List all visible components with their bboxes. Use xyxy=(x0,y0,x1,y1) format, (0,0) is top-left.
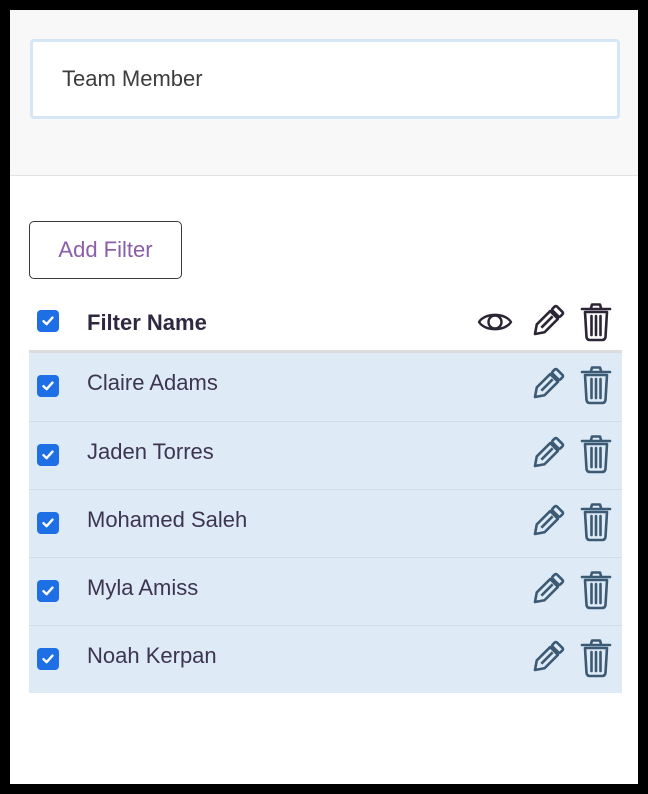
table-row[interactable]: Noah Kerpan xyxy=(29,625,622,693)
checkmark-icon xyxy=(42,586,54,596)
trash-icon[interactable] xyxy=(579,570,613,610)
trash-icon[interactable] xyxy=(579,365,613,405)
table-row[interactable]: Myla Amiss xyxy=(29,557,622,625)
table-header-row: Filter Name xyxy=(29,300,622,353)
row-checkbox[interactable] xyxy=(37,512,59,534)
table-row[interactable]: Claire Adams xyxy=(29,353,622,421)
checkmark-icon xyxy=(42,654,54,664)
pencil-icon[interactable] xyxy=(527,570,567,610)
filter-table: Filter Name Claire Adams Jaden Torres Mo… xyxy=(29,300,622,693)
trash-icon[interactable] xyxy=(579,638,613,678)
eye-icon[interactable] xyxy=(477,304,513,340)
filter-name: Myla Amiss xyxy=(87,575,199,600)
checkmark-icon xyxy=(42,381,54,391)
pencil-icon[interactable] xyxy=(527,502,567,542)
select-all-checkbox[interactable] xyxy=(37,310,59,332)
checkmark-icon xyxy=(42,518,54,528)
team-member-input[interactable] xyxy=(30,39,620,119)
checkmark-icon xyxy=(42,450,54,460)
filter-name-column-header: Filter Name xyxy=(87,310,207,335)
top-panel xyxy=(10,10,638,176)
pencil-icon[interactable] xyxy=(527,638,567,678)
trash-icon[interactable] xyxy=(579,302,613,342)
table-row[interactable]: Jaden Torres xyxy=(29,421,622,489)
row-checkbox[interactable] xyxy=(37,580,59,602)
pencil-icon[interactable] xyxy=(527,434,567,474)
table-body: Claire Adams Jaden Torres Mohamed Saleh … xyxy=(29,353,622,693)
pencil-icon[interactable] xyxy=(527,302,567,342)
filter-panel: Add Filter Filter Name xyxy=(10,10,638,784)
pencil-icon[interactable] xyxy=(527,365,567,405)
row-checkbox[interactable] xyxy=(37,444,59,466)
add-filter-button[interactable]: Add Filter xyxy=(29,221,182,279)
filter-name: Mohamed Saleh xyxy=(87,507,248,532)
trash-icon[interactable] xyxy=(579,502,613,542)
filter-name: Jaden Torres xyxy=(87,439,214,464)
filter-name: Claire Adams xyxy=(87,370,218,395)
row-checkbox[interactable] xyxy=(37,375,59,397)
filter-name: Noah Kerpan xyxy=(87,643,217,668)
row-checkbox[interactable] xyxy=(37,648,59,670)
table-row[interactable]: Mohamed Saleh xyxy=(29,489,622,557)
trash-icon[interactable] xyxy=(579,434,613,474)
checkmark-icon xyxy=(42,316,54,326)
